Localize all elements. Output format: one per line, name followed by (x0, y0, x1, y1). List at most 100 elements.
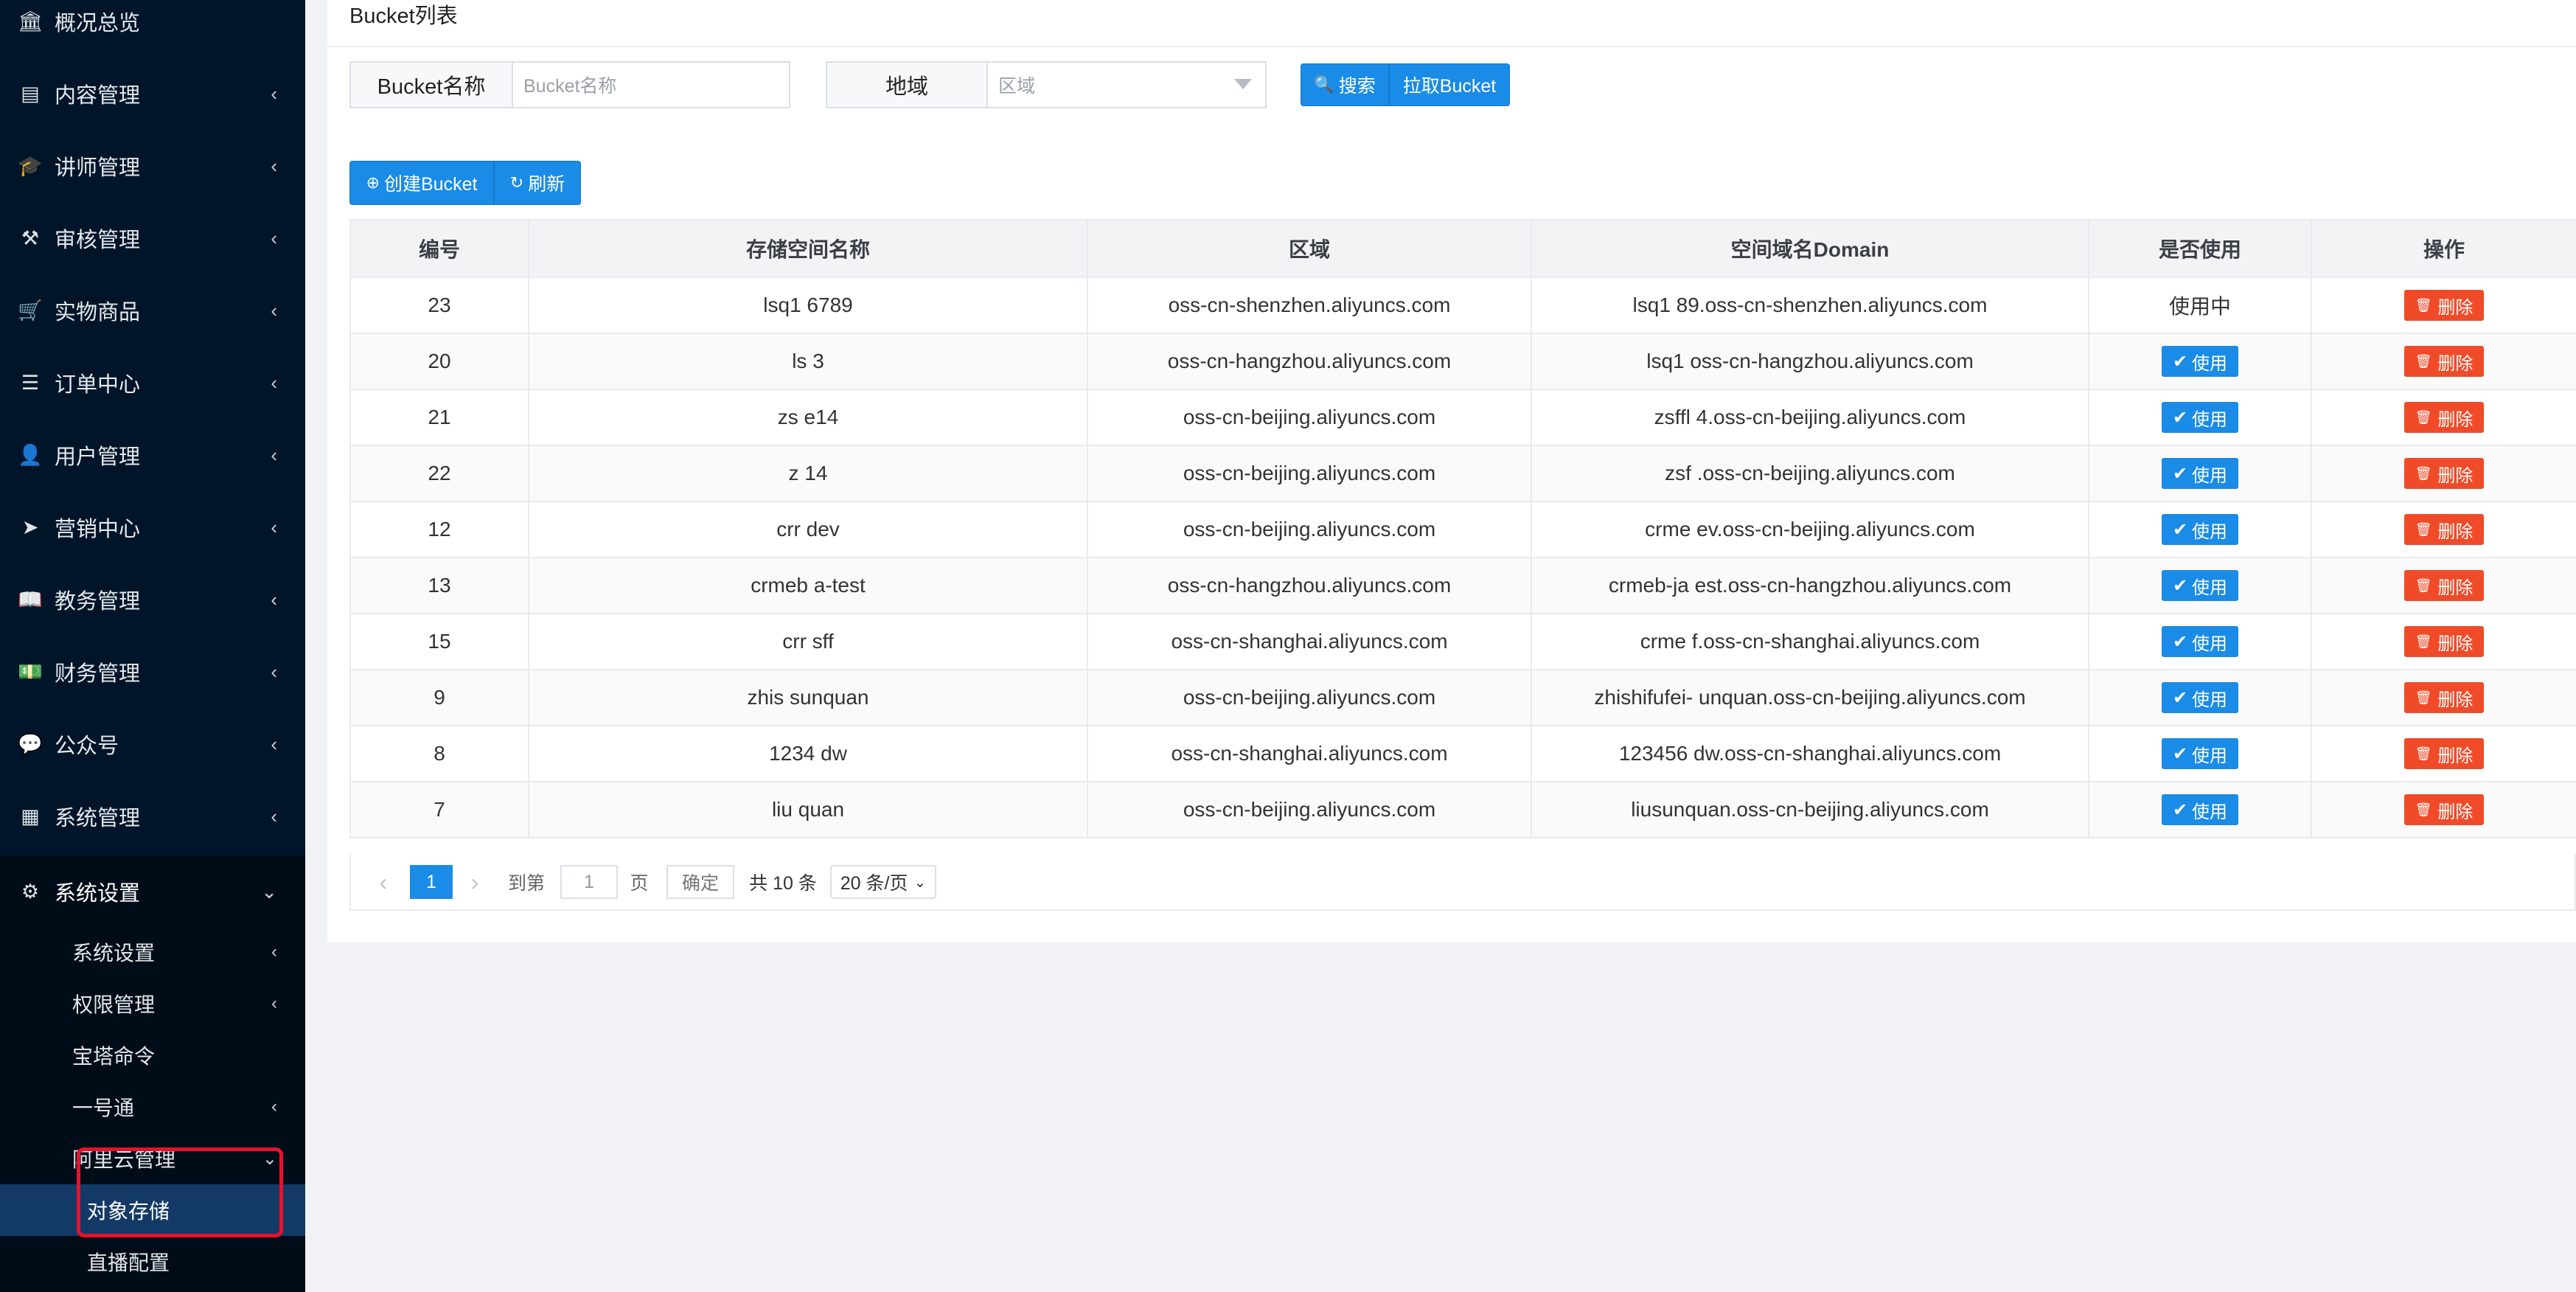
gavel-icon: ⚒ (21, 226, 40, 249)
submenu-item-2[interactable]: 权限管理 ‹ (0, 978, 305, 1029)
grid-icon: ▦ (21, 805, 40, 827)
delete-button[interactable]: 🗑 删除 (2404, 794, 2484, 825)
delete-button-label: 删除 (2437, 577, 2474, 598)
table-row: 22 z 14 oss-cn-beijing.aliyuncs.com zsf .os… (349, 445, 2576, 502)
delete-button[interactable]: 🗑 删除 (2404, 458, 2484, 489)
goto-confirm-button[interactable]: 确定 (666, 865, 734, 899)
page-size-select[interactable]: 20 条/页 ⌄ (830, 865, 936, 899)
table-body: 23 lsq1 6789 oss-cn-shenzhen.aliyuncs.com l… (349, 277, 2576, 838)
chevron-down-icon (1234, 79, 1252, 89)
refresh-button[interactable]: ↻ 刷新 (494, 161, 581, 205)
page-size-label: 20 条/页 (840, 873, 908, 894)
table-row: 8 1234 dw oss-cn-shanghai.aliyuncs.com 1234… (349, 725, 2576, 782)
money-icon: 💵 (18, 661, 43, 683)
submenu-item-4[interactable]: 一号通 ‹ (0, 1081, 305, 1133)
submenu-item-1[interactable]: 系统设置 ‹ (0, 926, 305, 978)
cell-in-use: ✔ 使用 (2088, 557, 2312, 614)
sidebar-item-4[interactable]: ⚒ 审核管理 ‹ (0, 202, 305, 274)
submenu-item-3[interactable]: 宝塔命令 (0, 1029, 305, 1081)
goto-page-input[interactable]: 1 (560, 865, 618, 899)
create-bucket-label: 创建Bucket (384, 174, 478, 195)
delete-button[interactable]: 🗑 删除 (2404, 402, 2484, 433)
user-icon: 👤 (18, 444, 43, 466)
cell-bucket-name: crmeb a-test (528, 557, 1088, 614)
use-button[interactable]: ✔ 使用 (2162, 682, 2238, 713)
delete-button[interactable]: 🗑 删除 (2404, 346, 2484, 377)
use-button-label: 使用 (2192, 633, 2228, 654)
trash-icon: 🗑 (2415, 577, 2432, 593)
use-button[interactable]: ✔ 使用 (2162, 346, 2238, 377)
submenu-leaf-item-2[interactable]: 直播配置 (0, 1236, 305, 1288)
bucket-name-input[interactable]: Bucket名称 (512, 61, 790, 108)
sidebar-item-12[interactable]: ▦ 系统管理 ‹ (0, 780, 305, 852)
delete-button[interactable]: 🗑 删除 (2404, 626, 2484, 657)
chevron-down-icon: ⌄ (261, 880, 277, 903)
sidebar-item-1[interactable]: 🏛 概况总览 (0, 0, 305, 58)
refresh-label: 刷新 (528, 174, 565, 195)
in-use-text: 使用中 (2168, 295, 2231, 318)
sidebar-item-3[interactable]: 🎓 讲师管理 ‹ (0, 130, 305, 202)
delete-button[interactable]: 🗑 删除 (2404, 738, 2484, 769)
sidebar-item-13[interactable]: ⚙ 系统设置 ⌄ (0, 855, 305, 928)
sidebar-item-7[interactable]: 👤 用户管理 ‹ (0, 419, 305, 491)
chevron-left-icon: ‹ (271, 732, 277, 755)
sidebar-item-label: 内容管理 (55, 84, 141, 108)
cell-region: oss-cn-beijing.aliyuncs.com (1087, 781, 1532, 838)
gear-icon: ⚙ (21, 880, 40, 903)
header-domain: 空间域名Domain (1531, 219, 2089, 278)
table-row: 15 crr sff oss-cn-shanghai.aliyuncs.com crm… (349, 613, 2576, 670)
prev-page-icon[interactable]: ‹ (370, 865, 397, 899)
table-header-row: 编号 存储空间名称 区域 空间域名Domain 是否使用 操作 (349, 219, 2576, 278)
search-button[interactable]: 🔍 搜索 (1301, 63, 1389, 106)
delete-button[interactable]: 🗑 删除 (2404, 290, 2484, 321)
sidebar-item-11[interactable]: 💬 公众号 ‹ (0, 708, 305, 780)
header-in-use: 是否使用 (2088, 219, 2312, 278)
sidebar-item-5[interactable]: 🛒 实物商品 ‹ (0, 274, 305, 347)
cell-bucket-name: crr dev (528, 501, 1088, 558)
sidebar-item-label: 用户管理 (55, 445, 141, 469)
create-bucket-button[interactable]: ⊕ 创建Bucket (349, 161, 494, 205)
sidebar-item-2[interactable]: ▤ 内容管理 ‹ (0, 58, 305, 130)
delete-button[interactable]: 🗑 删除 (2404, 514, 2484, 545)
check-icon: ✔ (2172, 799, 2188, 820)
cell-in-use: ✔ 使用 (2088, 501, 2312, 558)
use-button[interactable]: ✔ 使用 (2162, 626, 2238, 657)
submenu-item-label: 一号通 (72, 1097, 135, 1119)
cell-region: oss-cn-shanghai.aliyuncs.com (1087, 613, 1532, 670)
use-button[interactable]: ✔ 使用 (2162, 402, 2238, 433)
submenu-leaf-label: 直播配置 (87, 1251, 170, 1274)
cell-domain: lsq1 oss-cn-hangzhou.aliyuncs.com (1531, 333, 2089, 390)
region-select[interactable]: 区域 (986, 61, 1267, 108)
cell-region: oss-cn-beijing.aliyuncs.com (1087, 669, 1532, 726)
table-row: 23 lsq1 6789 oss-cn-shenzhen.aliyuncs.com l… (349, 277, 2576, 334)
use-button[interactable]: ✔ 使用 (2162, 458, 2238, 489)
cell-region: oss-cn-shenzhen.aliyuncs.com (1087, 277, 1532, 334)
cell-bucket-name: lsq1 6789 (528, 277, 1088, 334)
next-page-icon[interactable]: › (462, 865, 488, 899)
sidebar-item-8[interactable]: ➤ 营销中心 ‹ (0, 491, 305, 563)
table-row: 7 liu quan oss-cn-beijing.aliyuncs.com lius… (349, 781, 2576, 838)
delete-button[interactable]: 🗑 删除 (2404, 570, 2484, 601)
delete-button[interactable]: 🗑 删除 (2404, 682, 2484, 713)
cart-icon: 🛒 (18, 299, 43, 322)
page-1-button[interactable]: 1 (410, 865, 453, 899)
table-row: 21 zs e14 oss-cn-beijing.aliyuncs.com zsffl… (349, 389, 2576, 446)
refresh-icon: ↻ (509, 173, 524, 192)
use-button[interactable]: ✔ 使用 (2162, 514, 2238, 545)
sidebar-item-9[interactable]: 📖 教务管理 ‹ (0, 563, 305, 636)
use-button[interactable]: ✔ 使用 (2162, 794, 2238, 825)
cell-id: 12 (349, 501, 529, 558)
delete-button-label: 删除 (2437, 802, 2474, 822)
cell-bucket-name: z 14 (528, 445, 1088, 502)
use-button-label: 使用 (2192, 690, 2228, 710)
cell-region: oss-cn-hangzhou.aliyuncs.com (1087, 557, 1532, 614)
sidebar-item-6[interactable]: ☰ 订单中心 ‹ (0, 347, 305, 419)
bucket-name-placeholder: Bucket名称 (523, 76, 617, 97)
use-button[interactable]: ✔ 使用 (2162, 570, 2238, 601)
cell-id: 21 (349, 389, 529, 446)
sidebar-item-10[interactable]: 💵 财务管理 ‹ (0, 636, 305, 708)
cell-domain: zsffl 4.oss-cn-beijing.aliyuncs.com (1531, 389, 2089, 446)
paper-plane-icon: ➤ (21, 515, 39, 538)
use-button[interactable]: ✔ 使用 (2162, 738, 2238, 769)
pull-bucket-button[interactable]: 拉取Bucket (1389, 63, 1510, 106)
